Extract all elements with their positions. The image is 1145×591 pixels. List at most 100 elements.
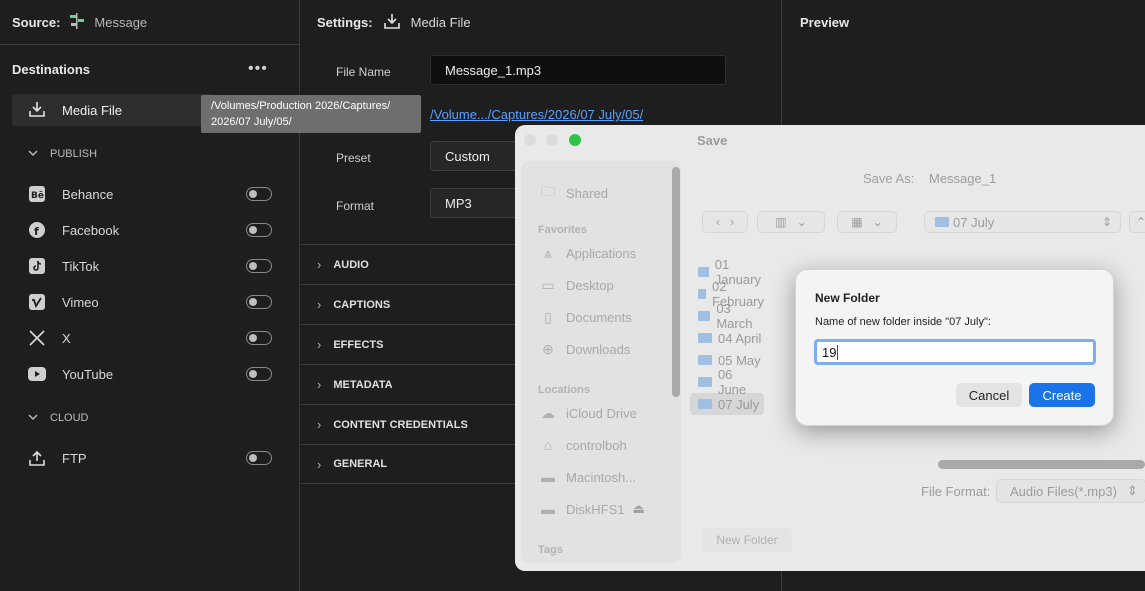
destination-label: TikTok (62, 258, 100, 274)
folder-list: 01 January 02 February 03 March 04 April… (690, 257, 764, 415)
sidebar-label: Applications (566, 246, 637, 261)
cloud-label: CLOUD (50, 412, 89, 424)
sidebar-item-desktop[interactable]: ▭ Desktop (538, 277, 613, 294)
folder-item[interactable]: 06 June (690, 367, 764, 397)
destination-vimeo[interactable]: Vimeo (28, 290, 272, 314)
destination-media-file[interactable]: Media File (12, 94, 212, 126)
output-location-link[interactable]: /Volume.../Captures/2026/07 July/05/ (430, 107, 643, 122)
horizontal-scrollbar[interactable] (938, 460, 1145, 469)
eject-icon[interactable]: ⏏ (633, 501, 645, 517)
source-label: Source: (12, 14, 61, 30)
x-toggle[interactable] (246, 331, 272, 345)
back-forward-buttons[interactable]: ‹ › (702, 211, 748, 233)
chevron-down-icon (28, 412, 38, 424)
destination-x[interactable]: X (28, 326, 272, 350)
sidebar-item-macintosh[interactable]: ▬ Macintosh... (538, 469, 636, 485)
section-label: GENERAL (333, 458, 388, 470)
disk-icon: ▬ (541, 469, 555, 485)
source-value: Message (94, 14, 148, 30)
view-columns-button[interactable]: ▥ ⌄ (757, 211, 825, 233)
preset-label: Preset (336, 151, 371, 165)
sidebar-item-home[interactable]: ⌂ controlboh (538, 437, 627, 453)
folder-icon (698, 377, 712, 387)
new-folder-dialog: New Folder Name of new folder inside "07… (795, 269, 1114, 426)
destination-facebook[interactable]: f Facebook (28, 218, 272, 242)
behance-icon: Bē (28, 185, 46, 203)
sidebar-item-applications[interactable]: ⩓ Applications (538, 245, 636, 262)
save-dialog-title: Save (697, 133, 728, 148)
tooltip-line: /Volumes/Production 2026/Captures/ (211, 100, 391, 112)
file-name-input[interactable]: Message_1.mp3 (430, 55, 726, 85)
sidebar-item-shared[interactable]: 🗀 Shared (538, 181, 608, 205)
more-options-icon[interactable]: ••• (248, 60, 268, 78)
desktop-icon: ▭ (541, 277, 555, 293)
format-label: Format (336, 199, 375, 213)
chevron-left-icon: ‹ (715, 215, 720, 229)
sidebar-label: Documents (566, 310, 632, 325)
group-button[interactable]: ▦ ⌄ (837, 211, 897, 233)
cloud-section-toggle[interactable]: CLOUD (28, 412, 89, 424)
zoom-window-button[interactable] (569, 134, 581, 146)
vimeo-toggle[interactable] (246, 295, 272, 309)
expand-button[interactable]: ⌃ (1129, 211, 1145, 233)
settings-value: Media File (410, 15, 471, 30)
folder-name-input[interactable]: 19 (814, 339, 1096, 365)
chevron-right-icon: › (317, 377, 322, 392)
settings-label: Settings: (317, 15, 373, 30)
grid-icon: ▦ (851, 215, 863, 229)
format-select[interactable]: MP3 (430, 188, 520, 218)
save-as-label: Save As: (863, 171, 915, 186)
save-as-input[interactable]: Message_1 (929, 171, 996, 186)
preset-select[interactable]: Custom (430, 141, 520, 171)
destination-ftp[interactable]: FTP (28, 446, 272, 470)
chevron-down-icon (28, 148, 38, 160)
folder-item-selected[interactable]: 07 July (690, 393, 764, 415)
cancel-button[interactable]: Cancel (956, 383, 1022, 407)
sidebar-scrollbar[interactable] (672, 167, 680, 397)
destination-behance[interactable]: Bē Behance (28, 182, 272, 206)
chevron-right-icon: › (317, 417, 322, 432)
destination-youtube[interactable]: YouTube (28, 362, 272, 386)
facebook-toggle[interactable] (246, 223, 272, 237)
folder-icon (935, 217, 949, 227)
file-format-select[interactable]: Audio Files(*.mp3) ⇕ (996, 479, 1145, 503)
sidebar-label: controlboh (566, 437, 627, 453)
sidebar-item-diskhfs1[interactable]: ▬ DiskHFS1 ⏏ (538, 501, 645, 517)
sidebar-item-icloud[interactable]: ☁ iCloud Drive (538, 405, 637, 422)
updown-icon: ⇕ (1126, 483, 1138, 498)
minimize-window-button[interactable] (546, 134, 558, 146)
behance-toggle[interactable] (246, 187, 272, 201)
folder-icon (698, 399, 712, 409)
destinations-title: Destinations (12, 62, 91, 77)
destination-label: Behance (62, 186, 114, 202)
new-folder-button[interactable]: New Folder (702, 528, 792, 552)
vimeo-icon (28, 293, 46, 311)
location-popup[interactable]: 07 July ⇕ (924, 211, 1121, 233)
save-sidebar: 🗀 Shared Favorites ⩓ Applications ▭ Desktop… (521, 161, 681, 563)
folder-icon (698, 311, 711, 321)
home-icon: ⌂ (543, 437, 553, 453)
disk-icon: ▬ (541, 501, 555, 517)
tooltip-line: 2026/07 July/05/ (211, 116, 292, 128)
folder-item[interactable]: 04 April (690, 327, 764, 349)
sidebar-item-downloads[interactable]: ⊕ Downloads (538, 341, 630, 358)
tiktok-icon (28, 257, 46, 275)
tiktok-toggle[interactable] (246, 259, 272, 273)
sidebar-label: Downloads (566, 342, 631, 357)
shared-folder-icon: 🗀 (541, 183, 555, 199)
folder-icon (698, 267, 709, 277)
folder-item[interactable]: 03 March (690, 301, 764, 331)
folder-icon (698, 289, 706, 299)
folder-label: 03 March (716, 301, 753, 331)
favorites-heading: Favorites (538, 224, 587, 236)
publish-section-toggle[interactable]: PUBLISH (28, 148, 97, 160)
ftp-toggle[interactable] (246, 451, 272, 465)
youtube-toggle[interactable] (246, 367, 272, 381)
destination-tiktok[interactable]: TikTok (28, 254, 272, 278)
section-label: CONTENT CREDENTIALS (333, 418, 468, 431)
create-button[interactable]: Create (1029, 383, 1095, 407)
sidebar-item-documents[interactable]: ▯ Documents (538, 309, 632, 326)
close-window-button[interactable] (524, 134, 536, 146)
downloads-icon: ⊕ (542, 341, 554, 357)
updown-icon: ⇕ (1101, 215, 1112, 229)
